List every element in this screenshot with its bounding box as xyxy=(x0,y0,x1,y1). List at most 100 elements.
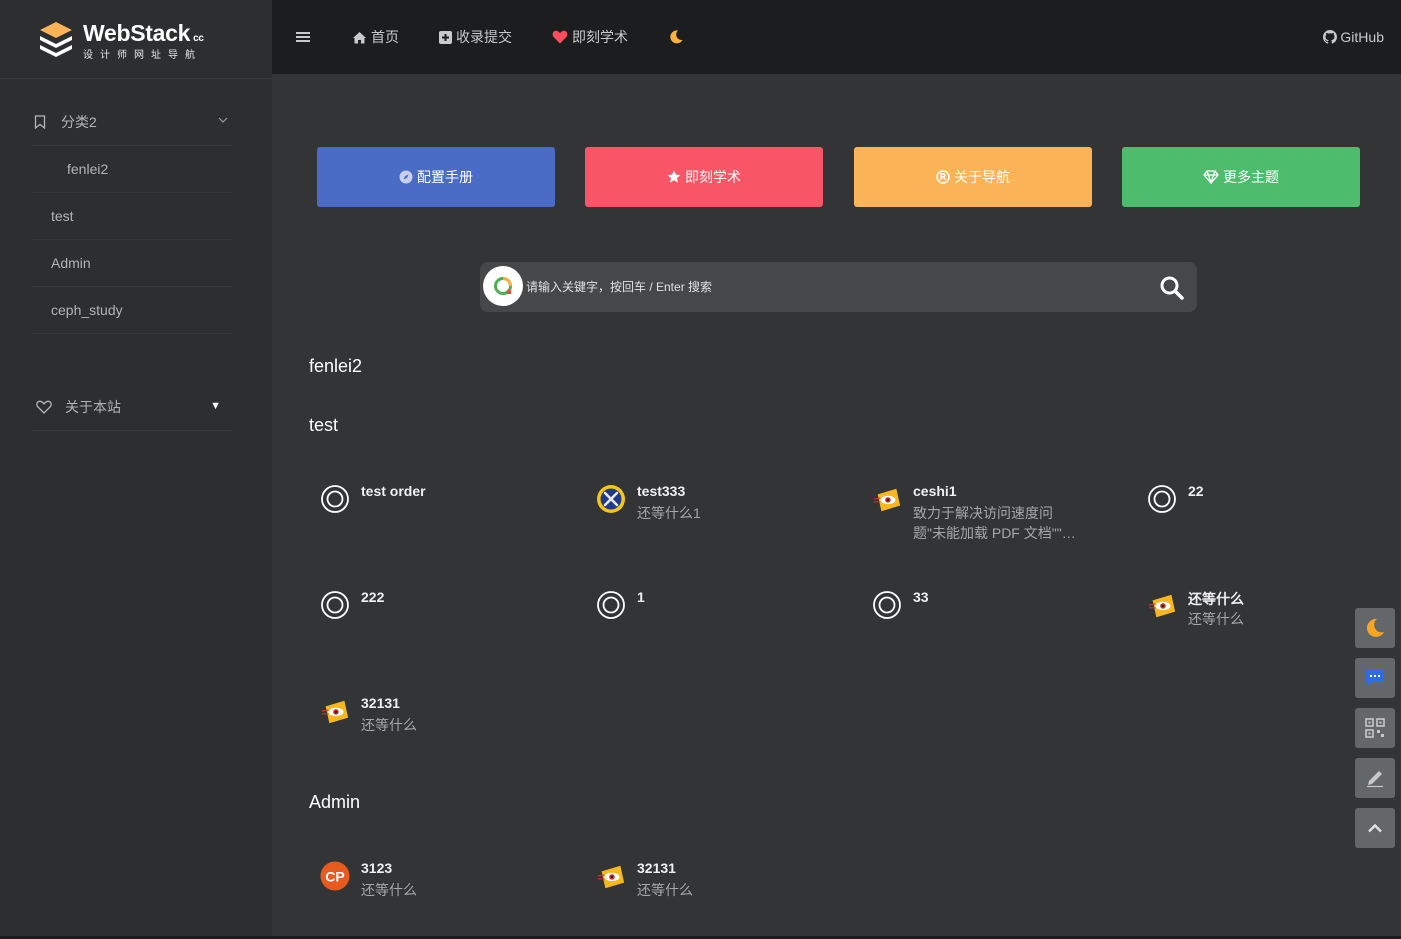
quick-button-about[interactable]: 关于导航 xyxy=(854,147,1092,207)
site-card-title: 3123 xyxy=(361,860,393,876)
site-card[interactable]: 222 xyxy=(310,582,550,662)
logo[interactable]: WebStack cc 设计师网址导航 xyxy=(0,0,272,79)
quick-button-academic[interactable]: 即刻学术 xyxy=(585,147,823,207)
star-icon xyxy=(667,170,681,183)
quick-button-label: 配置手册 xyxy=(417,169,473,185)
main-content: 配置手册 即刻学术 关于导航 更多主题 fenlei2 test test or… xyxy=(272,74,1401,936)
sidebar-item-label: test xyxy=(51,208,74,224)
heart-icon xyxy=(552,30,568,44)
section-title-admin: Admin xyxy=(309,792,361,812)
eye-icon xyxy=(596,861,626,891)
cp-logo-icon: CP xyxy=(320,861,350,891)
site-card[interactable]: 32131 还等什么 xyxy=(310,688,550,768)
top-navbar: 首页 收录提交 即刻学术 GitHub xyxy=(272,0,1401,74)
search-icon xyxy=(1160,276,1184,300)
site-card[interactable]: 1 xyxy=(586,582,826,662)
sidebar-item-label: 分类2 xyxy=(61,114,97,130)
site-card[interactable]: 22 xyxy=(1137,476,1377,556)
eye-icon xyxy=(320,696,350,726)
layers-icon xyxy=(40,22,72,57)
nav-home-label: 首页 xyxy=(371,29,399,45)
sidebar-item-label: ceph_study xyxy=(51,302,123,318)
sidebar-item-ceph-study[interactable]: ceph_study xyxy=(32,287,232,334)
compass-icon xyxy=(399,170,413,184)
home-icon xyxy=(353,31,366,43)
search-bar xyxy=(480,262,1197,312)
nav-submit-label: 收录提交 xyxy=(456,29,512,45)
quick-button-label: 关于导航 xyxy=(954,169,1010,185)
search-button[interactable] xyxy=(1159,275,1185,304)
nav-home[interactable]: 首页 xyxy=(352,27,399,47)
chevron-up-icon xyxy=(1368,823,1382,833)
site-card-title: ceshi1 xyxy=(913,483,957,499)
brand-subtitle: 设计师网址导航 xyxy=(83,50,202,61)
site-card-title: 22 xyxy=(1188,483,1204,499)
brand-title: WebStack cc xyxy=(83,20,204,46)
site-card-title: 1 xyxy=(637,589,645,605)
site-card[interactable]: 33 xyxy=(862,582,1102,662)
quick-button-themes[interactable]: 更多主题 xyxy=(1122,147,1360,207)
site-card[interactable]: 还等什么 还等什么 xyxy=(1137,582,1377,662)
float-feedback-button[interactable] xyxy=(1355,658,1395,698)
sidebar-item-category2[interactable]: 分类2 xyxy=(32,99,232,146)
search-engine-icon[interactable] xyxy=(483,266,523,306)
sidebar-item-admin[interactable]: Admin xyxy=(32,240,232,287)
float-qrcode-button[interactable] xyxy=(1355,708,1395,748)
github-icon xyxy=(1323,30,1338,44)
tools-icon xyxy=(596,484,626,514)
site-card-title: 32131 xyxy=(361,695,400,711)
float-edit-button[interactable] xyxy=(1355,758,1395,798)
site-card[interactable]: test333 还等什么1 xyxy=(586,476,826,556)
site-card-desc: 还等什么1 xyxy=(637,505,701,521)
bookmark-icon xyxy=(34,115,54,129)
site-card-desc: 还等什么 xyxy=(637,882,693,898)
sidebar-menu: 分类2 fenlei2 test Admin ceph_study xyxy=(32,99,232,334)
pencil-icon xyxy=(1367,771,1383,788)
site-card-title: test333 xyxy=(637,483,686,499)
sidebar: WebStack cc 设计师网址导航 分类2 fenlei2 test Admi… xyxy=(0,0,272,939)
target-icon xyxy=(596,590,626,620)
site-card-desc: 还等什么 xyxy=(361,717,417,733)
chevron-down-icon xyxy=(218,117,228,123)
search-input[interactable] xyxy=(526,275,1126,299)
chat-icon xyxy=(1366,670,1384,686)
registered-icon xyxy=(936,170,950,184)
sidebar-item-label: fenlei2 xyxy=(67,161,109,177)
menu-toggle-button[interactable] xyxy=(296,31,314,43)
float-back-to-top-button[interactable] xyxy=(1355,808,1395,848)
site-card-title: 222 xyxy=(361,589,385,605)
site-card-desc: 致力于解决访问速度问题"未能加载 PDF 文档""… xyxy=(913,505,1076,541)
nav-academic-label: 即刻学术 xyxy=(572,29,628,45)
github-link[interactable]: GitHub xyxy=(1323,29,1384,45)
nav-submit[interactable]: 收录提交 xyxy=(439,27,512,47)
site-card-title: test order xyxy=(361,483,426,499)
sidebar-item-fenlei2[interactable]: fenlei2 xyxy=(32,146,232,193)
theme-toggle-button[interactable] xyxy=(668,29,688,45)
site-card-title: 33 xyxy=(913,589,929,605)
nav-academic[interactable]: 即刻学术 xyxy=(552,27,628,47)
eye-icon xyxy=(872,484,902,514)
site-card-title: 32131 xyxy=(637,860,676,876)
section-title-fenlei2: fenlei2 xyxy=(309,356,363,376)
github-label: GitHub xyxy=(1340,29,1384,45)
svg-text:CP: CP xyxy=(325,869,345,885)
site-card[interactable]: 32131 还等什么 xyxy=(586,853,826,933)
sidebar-item-label: Admin xyxy=(51,255,91,271)
sidebar-item-label: 关于本站 xyxy=(65,399,121,415)
moon-icon xyxy=(670,30,683,44)
quick-button-manual[interactable]: 配置手册 xyxy=(317,147,555,207)
section-title-test: test xyxy=(309,415,339,435)
site-card[interactable]: ceshi1 致力于解决访问速度问题"未能加载 PDF 文档""… xyxy=(862,476,1102,556)
site-card[interactable]: test order xyxy=(310,476,550,556)
diamond-icon xyxy=(1203,170,1219,184)
site-card[interactable]: CP 3123 还等什么 xyxy=(310,853,550,933)
float-theme-toggle-button[interactable] xyxy=(1355,608,1395,648)
sidebar-item-test[interactable]: test xyxy=(32,193,232,240)
quick-button-label: 即刻学术 xyxy=(685,169,741,185)
quick-button-label: 更多主题 xyxy=(1223,169,1279,185)
hamburger-icon xyxy=(296,32,310,42)
sidebar-item-about[interactable]: 关于本站 ▼ xyxy=(32,384,232,431)
site-card-desc: 还等什么 xyxy=(1188,611,1244,627)
target-icon xyxy=(320,590,350,620)
site-card-desc: 还等什么 xyxy=(361,882,417,898)
